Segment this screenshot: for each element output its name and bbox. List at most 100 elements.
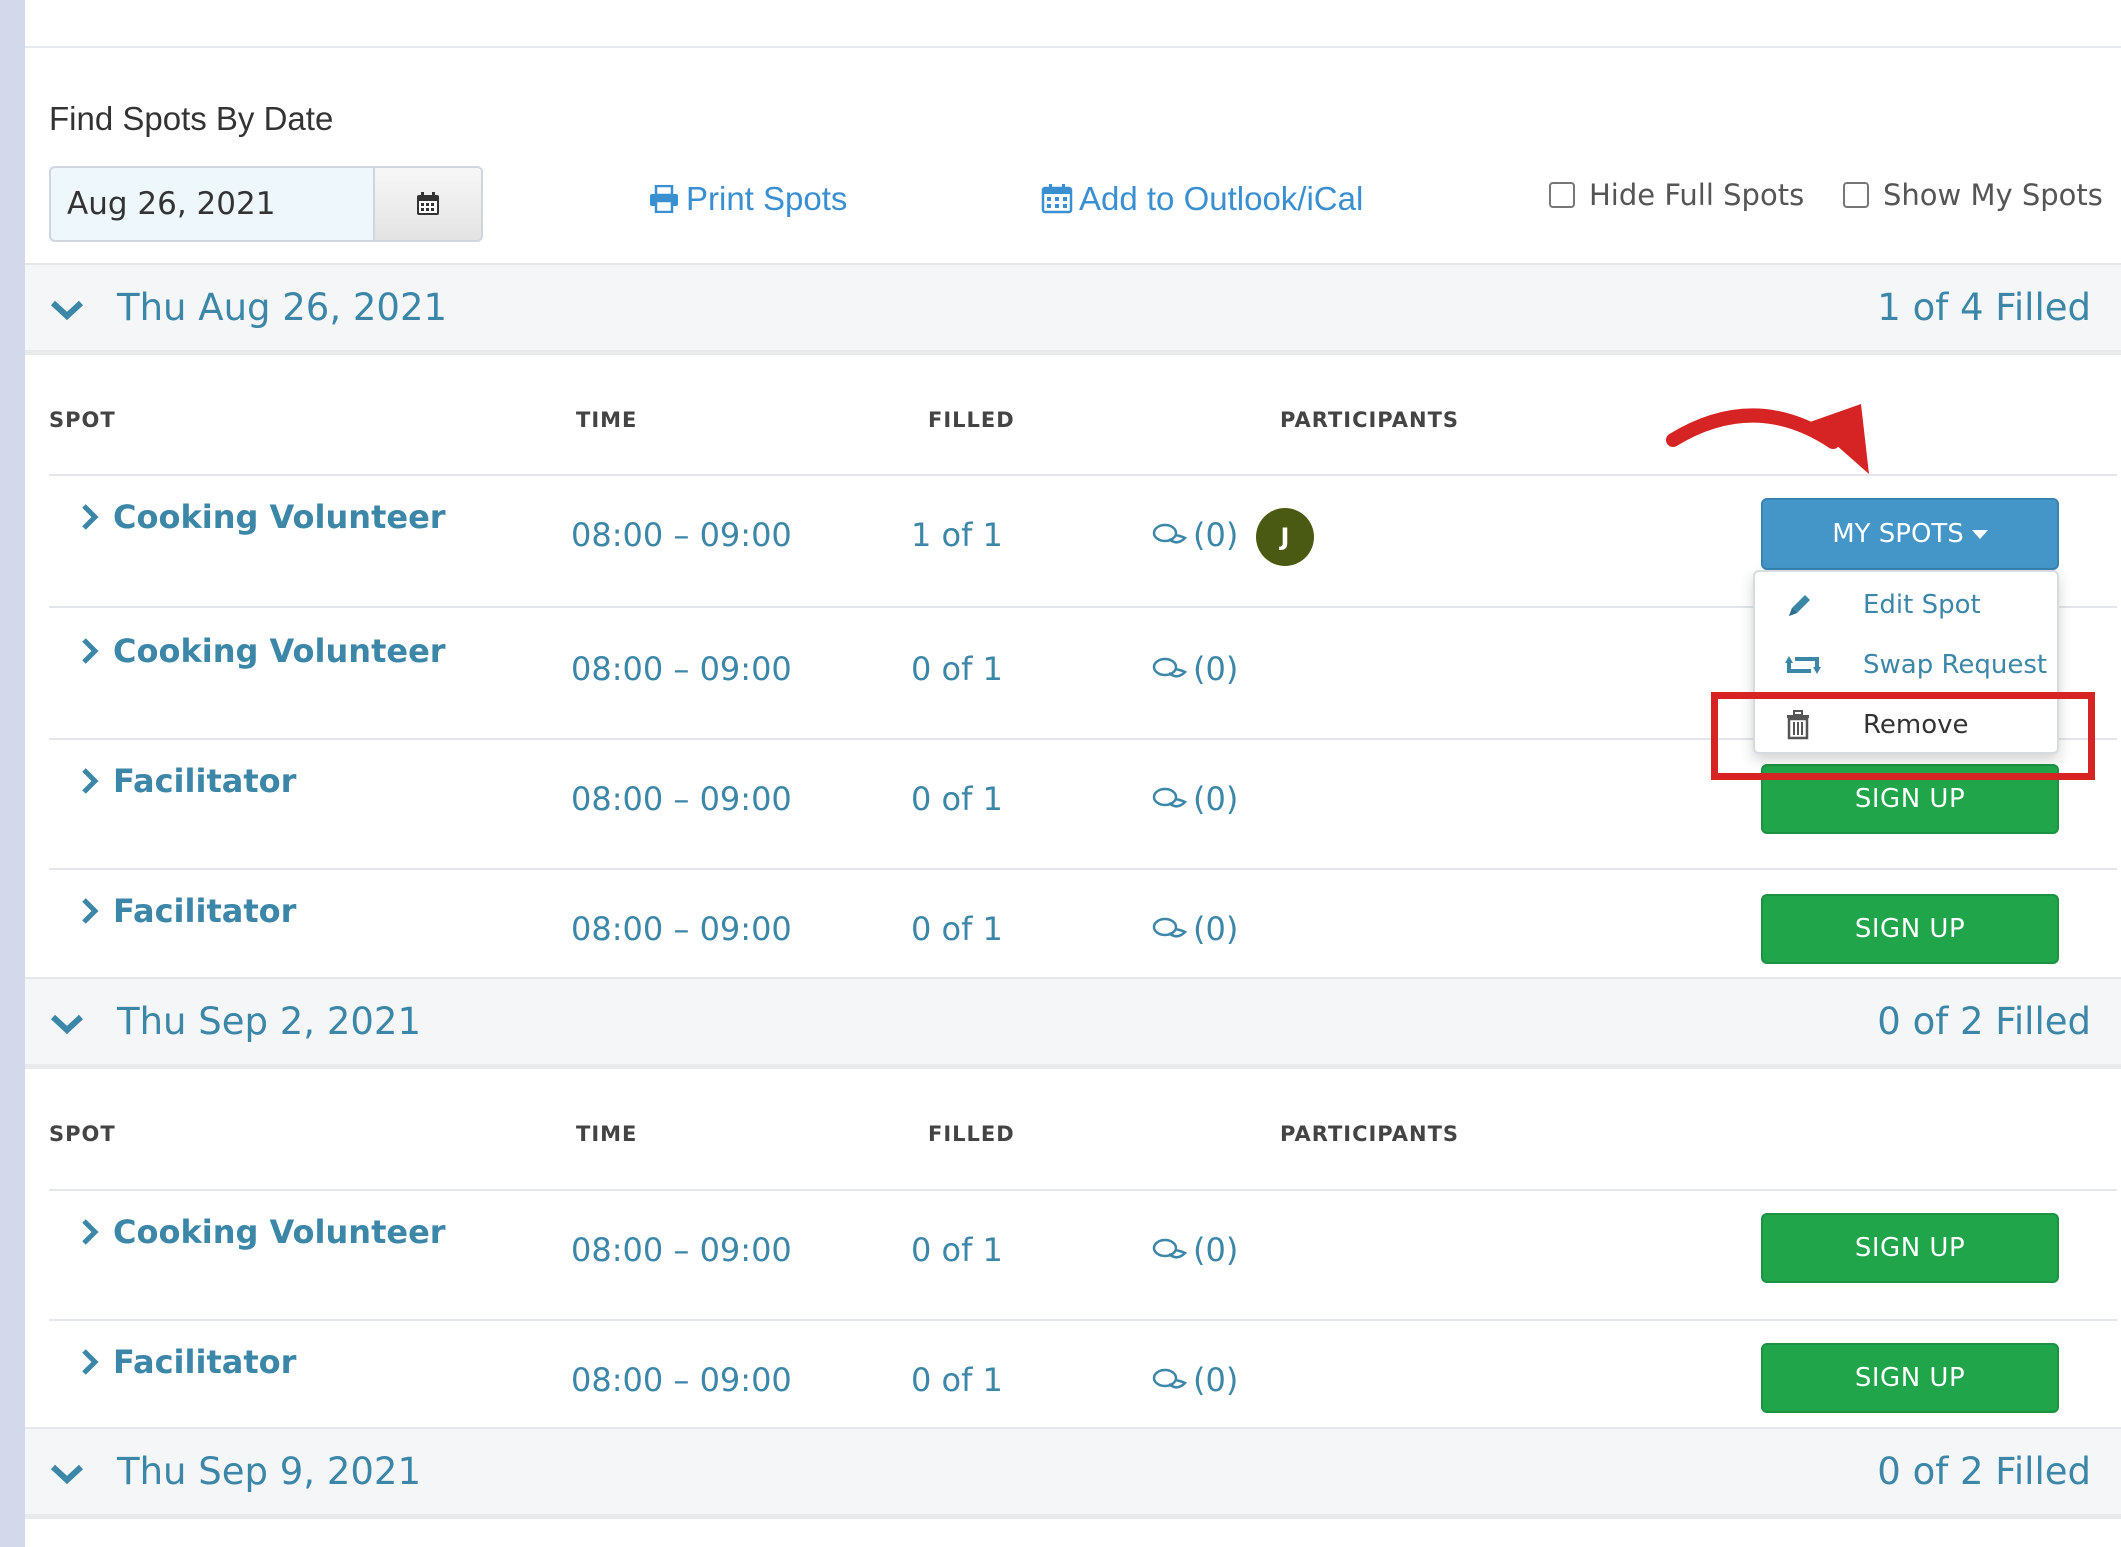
annotation-arrow-icon: [1666, 404, 1869, 474]
spot-time: 08:00 – 09:00: [571, 1361, 792, 1399]
spot-name: Cooking Volunteer: [113, 632, 446, 670]
spot-filled: 0 of 1: [911, 780, 1003, 818]
comments-count: (0): [1193, 1231, 1239, 1269]
sign-up-button[interactable]: SIGN UP: [1761, 1343, 2059, 1413]
print-spots-label: Print Spots: [686, 180, 848, 217]
comments-icon: [1152, 917, 1187, 938]
add-to-calendar-label: Add to Outlook/iCal: [1079, 180, 1364, 217]
comments-link[interactable]: (0): [1151, 516, 1238, 554]
chevron-down-icon: [50, 300, 84, 321]
find-spots-label: Find Spots By Date: [49, 100, 334, 137]
column-header-filled: FILLED: [928, 1122, 1015, 1146]
edit-spot-label: Edit Spot: [1863, 590, 1981, 620]
spot-name-link[interactable]: Cooking Volunteer: [81, 632, 446, 670]
comments-count: (0): [1193, 650, 1239, 688]
sign-up-page: Find Spots By Date Print Spots: [25, 0, 2121, 1547]
sign-up-button[interactable]: SIGN UP: [1761, 894, 2059, 964]
spot-name: Facilitator: [113, 892, 297, 930]
chevron-down-icon: [50, 1464, 84, 1485]
comments-count: (0): [1193, 910, 1239, 948]
group-filled-count: 1 of 4 Filled: [1877, 286, 2091, 329]
hide-full-spots-checkbox[interactable]: Hide Full Spots: [1549, 178, 1804, 212]
caret-down-icon: [1971, 529, 1988, 539]
spot-name-link[interactable]: Cooking Volunteer: [81, 1213, 446, 1251]
comments-icon: [1152, 1368, 1187, 1389]
chevron-right-icon: [82, 1349, 99, 1375]
group-date: Thu Sep 2, 2021: [117, 1000, 421, 1043]
printer-icon: [650, 185, 678, 213]
chevron-right-icon: [82, 1219, 99, 1245]
date-group-header[interactable]: Thu Sep 2, 2021 0 of 2 Filled: [25, 977, 2121, 1069]
spot-time: 08:00 – 09:00: [571, 1231, 792, 1269]
show-my-spots-label: Show My Spots: [1883, 178, 2103, 212]
group-filled-count: 0 of 2 Filled: [1877, 1000, 2091, 1043]
comments-link[interactable]: (0): [1151, 1231, 1238, 1269]
chevron-right-icon: [82, 768, 99, 794]
print-spots-link[interactable]: Print Spots: [648, 174, 847, 224]
date-group-header[interactable]: Thu Aug 26, 2021 1 of 4 Filled: [25, 263, 2121, 355]
spot-name-link[interactable]: Facilitator: [81, 762, 296, 800]
spot-name: Facilitator: [113, 762, 297, 800]
sign-up-button[interactable]: SIGN UP: [1761, 1213, 2059, 1283]
spot-time: 08:00 – 09:00: [571, 650, 792, 688]
column-header-participants: PARTICIPANTS: [1280, 408, 1460, 432]
column-header-spot: SPOT: [49, 1122, 116, 1146]
retweet-icon: [1785, 656, 1821, 674]
spot-name: Cooking Volunteer: [113, 498, 446, 536]
hide-full-spots-label: Hide Full Spots: [1589, 178, 1805, 212]
spot-time: 08:00 – 09:00: [571, 910, 792, 948]
swap-request-item[interactable]: Swap Request: [1755, 636, 2057, 694]
group-date: Thu Sep 9, 2021: [117, 1450, 421, 1493]
spot-filled: 0 of 1: [911, 910, 1003, 948]
spot-filled: 1 of 1: [911, 516, 1003, 554]
spot-name: Cooking Volunteer: [113, 1213, 446, 1251]
date-input[interactable]: [49, 166, 375, 242]
spot-filled: 0 of 1: [911, 650, 1003, 688]
spot-time: 08:00 – 09:00: [571, 780, 792, 818]
participant-avatar[interactable]: J: [1256, 508, 1314, 566]
chevron-right-icon: [82, 638, 99, 664]
checkbox-box[interactable]: [1843, 182, 1869, 208]
edit-spot-item[interactable]: Edit Spot: [1755, 576, 2057, 634]
comments-count: (0): [1193, 780, 1239, 818]
comments-link[interactable]: (0): [1151, 1361, 1238, 1399]
calendar-button[interactable]: [373, 166, 483, 242]
spot-filled: 0 of 1: [911, 1361, 1003, 1399]
spot-name-link[interactable]: Facilitator: [81, 892, 296, 930]
checkbox-box[interactable]: [1549, 182, 1575, 208]
comments-count: (0): [1193, 516, 1239, 554]
chevron-right-icon: [82, 898, 99, 924]
my-spots-button[interactable]: MY SPOTS: [1761, 498, 2059, 570]
column-header-time: TIME: [576, 408, 638, 432]
column-header-time: TIME: [576, 1122, 638, 1146]
calendar-icon: [1041, 184, 1073, 214]
spot-name-link[interactable]: Cooking Volunteer: [81, 498, 446, 536]
show-my-spots-checkbox[interactable]: Show My Spots: [1843, 178, 2103, 212]
add-to-calendar-link[interactable]: Add to Outlook/iCal: [1041, 174, 1363, 224]
date-group-header[interactable]: Thu Sep 9, 2021 0 of 2 Filled: [25, 1427, 2121, 1519]
comments-link[interactable]: (0): [1151, 780, 1238, 818]
spot-filled: 0 of 1: [911, 1231, 1003, 1269]
comments-link[interactable]: (0): [1151, 650, 1238, 688]
swap-request-label: Swap Request: [1863, 650, 2048, 680]
chevron-right-icon: [82, 504, 99, 530]
column-header-participants: PARTICIPANTS: [1280, 1122, 1460, 1146]
table-row: Cooking Volunteer 08:00 – 09:00 0 of 1 (…: [25, 1191, 2121, 1319]
comments-count: (0): [1193, 1361, 1239, 1399]
annotation-highlight-box: [1711, 692, 2095, 780]
calendar-icon: [417, 192, 439, 215]
column-header-filled: FILLED: [928, 408, 1015, 432]
group-date: Thu Aug 26, 2021: [117, 286, 448, 329]
spot-time: 08:00 – 09:00: [571, 516, 792, 554]
my-spots-label: MY SPOTS: [1832, 519, 1964, 549]
spot-name-link[interactable]: Facilitator: [81, 1343, 296, 1381]
spot-name: Facilitator: [113, 1343, 297, 1381]
group-filled-count: 0 of 2 Filled: [1877, 1450, 2091, 1493]
comments-icon: [1152, 657, 1187, 678]
pencil-icon: [1789, 595, 1810, 616]
comments-icon: [1152, 787, 1187, 808]
chevron-down-icon: [50, 1014, 84, 1035]
top-divider: [25, 46, 2121, 48]
comments-icon: [1152, 523, 1187, 544]
comments-link[interactable]: (0): [1151, 910, 1238, 948]
